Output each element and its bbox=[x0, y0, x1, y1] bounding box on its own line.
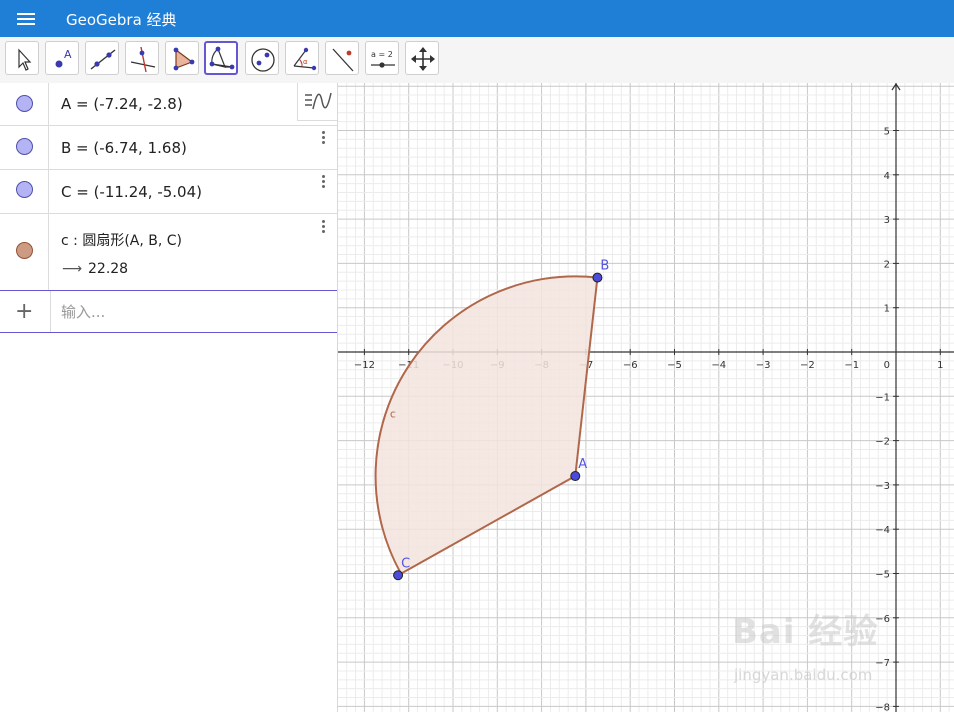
polygon-tool-button[interactable] bbox=[165, 41, 199, 75]
x-tick-label: −12 bbox=[354, 360, 375, 371]
visibility-toggle-sector[interactable] bbox=[16, 242, 33, 259]
reflect-tool-button[interactable] bbox=[325, 41, 359, 75]
graphics-view[interactable]: −12−11−10−9−8−7−6−5−4−3−2−10154321−1−2−3… bbox=[338, 83, 954, 712]
hamburger-menu-icon[interactable] bbox=[14, 10, 38, 28]
sector-value: 22.28 bbox=[88, 261, 129, 277]
algebra-definition-c[interactable]: C = (-11.24, -5.04) bbox=[61, 183, 202, 201]
perpendicular-icon bbox=[130, 46, 156, 73]
point-c bbox=[393, 570, 404, 581]
algebra-view: A = (-7.24, -2.8) B = (-6.74, 1.68) C = … bbox=[0, 83, 338, 712]
y-tick-label: 4 bbox=[884, 171, 890, 182]
algebra-row-sector-c[interactable]: c : 圆扇形(A, B, C) ⟶ 22.28 bbox=[0, 214, 337, 290]
algebra-description-icon bbox=[305, 92, 332, 110]
x-tick-label: −4 bbox=[711, 360, 726, 371]
y-tick-label: 1 bbox=[884, 304, 890, 315]
point-label: C bbox=[401, 556, 410, 571]
svg-text:α: α bbox=[303, 58, 308, 66]
point-a bbox=[570, 471, 581, 482]
watermark-url: jingyan.baidu.com bbox=[734, 666, 873, 684]
x-tick-label: −3 bbox=[756, 360, 771, 371]
line-tool-button[interactable] bbox=[85, 41, 119, 75]
y-tick-label: −1 bbox=[875, 392, 890, 403]
app-title: GeoGebra 经典 bbox=[66, 11, 177, 29]
y-tick-label: 3 bbox=[884, 215, 890, 226]
more-options-icon[interactable] bbox=[321, 131, 327, 147]
point-icon: A bbox=[55, 48, 72, 68]
algebra-input-field[interactable] bbox=[50, 291, 337, 332]
circle-tool-button[interactable] bbox=[245, 41, 279, 75]
angle-tool-button[interactable]: α bbox=[285, 41, 319, 75]
svg-text:A: A bbox=[64, 48, 72, 61]
polygon-icon bbox=[173, 47, 195, 71]
line-icon bbox=[90, 49, 116, 70]
circle-icon bbox=[251, 48, 275, 72]
angle-icon: α bbox=[293, 47, 317, 71]
x-tick-label: −1 bbox=[844, 360, 859, 371]
visibility-toggle-b[interactable] bbox=[16, 138, 33, 155]
x-tick-label: 1 bbox=[937, 360, 943, 371]
x-tick-label: −5 bbox=[667, 360, 682, 371]
y-tick-label: −5 bbox=[875, 570, 890, 581]
y-tick-label: −2 bbox=[875, 437, 890, 448]
title-bar: GeoGebra 经典 bbox=[0, 0, 954, 37]
toolbar: A α a = 2 bbox=[0, 37, 954, 84]
more-options-icon[interactable] bbox=[321, 220, 327, 236]
x-tick-label: 0 bbox=[884, 360, 890, 371]
watermark-brand: Bai 经验 bbox=[732, 612, 879, 652]
sector-label: c bbox=[390, 408, 396, 421]
x-tick-label: −6 bbox=[623, 360, 638, 371]
move-graphics-view-tool-button[interactable] bbox=[405, 41, 439, 75]
algebra-input-row: + bbox=[0, 290, 337, 333]
perpendicular-line-tool-button[interactable] bbox=[125, 41, 159, 75]
y-tick-label: 2 bbox=[884, 259, 890, 270]
more-options-icon[interactable] bbox=[321, 175, 327, 191]
slider-tool-label: a = 2 bbox=[371, 50, 393, 59]
algebra-definition-b[interactable]: B = (-6.74, 1.68) bbox=[61, 139, 187, 157]
move-view-icon bbox=[411, 47, 435, 71]
algebra-row-point-b[interactable]: B = (-6.74, 1.68) bbox=[0, 126, 337, 170]
algebra-definition-a[interactable]: A = (-7.24, -2.8) bbox=[61, 95, 183, 113]
move-tool-button[interactable] bbox=[5, 41, 39, 75]
slider-icon: a = 2 bbox=[371, 50, 395, 68]
sector-icon bbox=[209, 46, 235, 70]
algebra-row-point-a[interactable]: A = (-7.24, -2.8) bbox=[0, 83, 337, 126]
x-tick-label: −2 bbox=[800, 360, 815, 371]
output-arrow-icon: ⟶ bbox=[62, 261, 83, 277]
y-tick-label: −3 bbox=[875, 481, 890, 492]
point-label: A bbox=[578, 457, 587, 472]
reflect-icon bbox=[332, 48, 354, 72]
visibility-toggle-a[interactable] bbox=[16, 95, 33, 112]
visibility-toggle-c[interactable] bbox=[16, 181, 33, 198]
y-tick-label: −8 bbox=[875, 702, 890, 712]
point-b bbox=[592, 272, 603, 283]
y-tick-label: −7 bbox=[875, 658, 890, 669]
circular-sector-tool-button[interactable] bbox=[204, 41, 238, 75]
slider-tool-button[interactable]: a = 2 bbox=[365, 41, 399, 75]
point-label: B bbox=[600, 259, 609, 274]
y-tick-label: −4 bbox=[875, 525, 890, 536]
algebra-definition-sector[interactable]: c : 圆扇形(A, B, C) bbox=[61, 230, 182, 250]
add-plus-icon[interactable]: + bbox=[15, 299, 33, 324]
algebra-style-bar-button[interactable] bbox=[297, 83, 337, 121]
point-tool-button[interactable]: A bbox=[45, 41, 79, 75]
y-tick-label: 5 bbox=[884, 127, 890, 138]
algebra-row-point-c[interactable]: C = (-11.24, -5.04) bbox=[0, 170, 337, 214]
arrow-cursor-icon bbox=[18, 48, 32, 71]
